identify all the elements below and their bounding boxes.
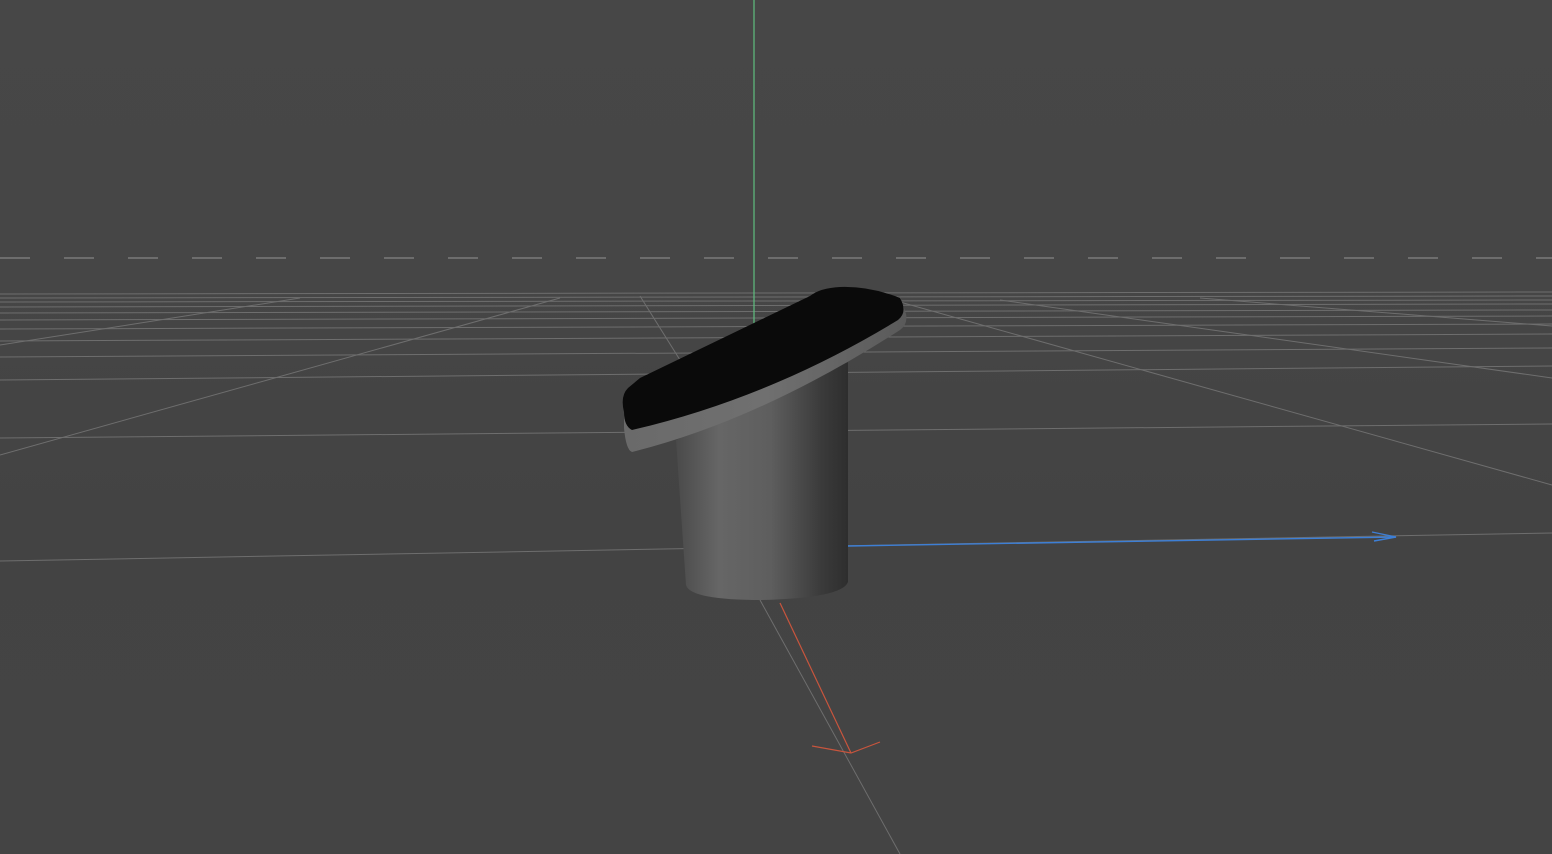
- 3d-viewport[interactable]: [0, 0, 1552, 854]
- x-axis: [779, 602, 881, 754]
- viewport-canvas[interactable]: [0, 0, 1552, 854]
